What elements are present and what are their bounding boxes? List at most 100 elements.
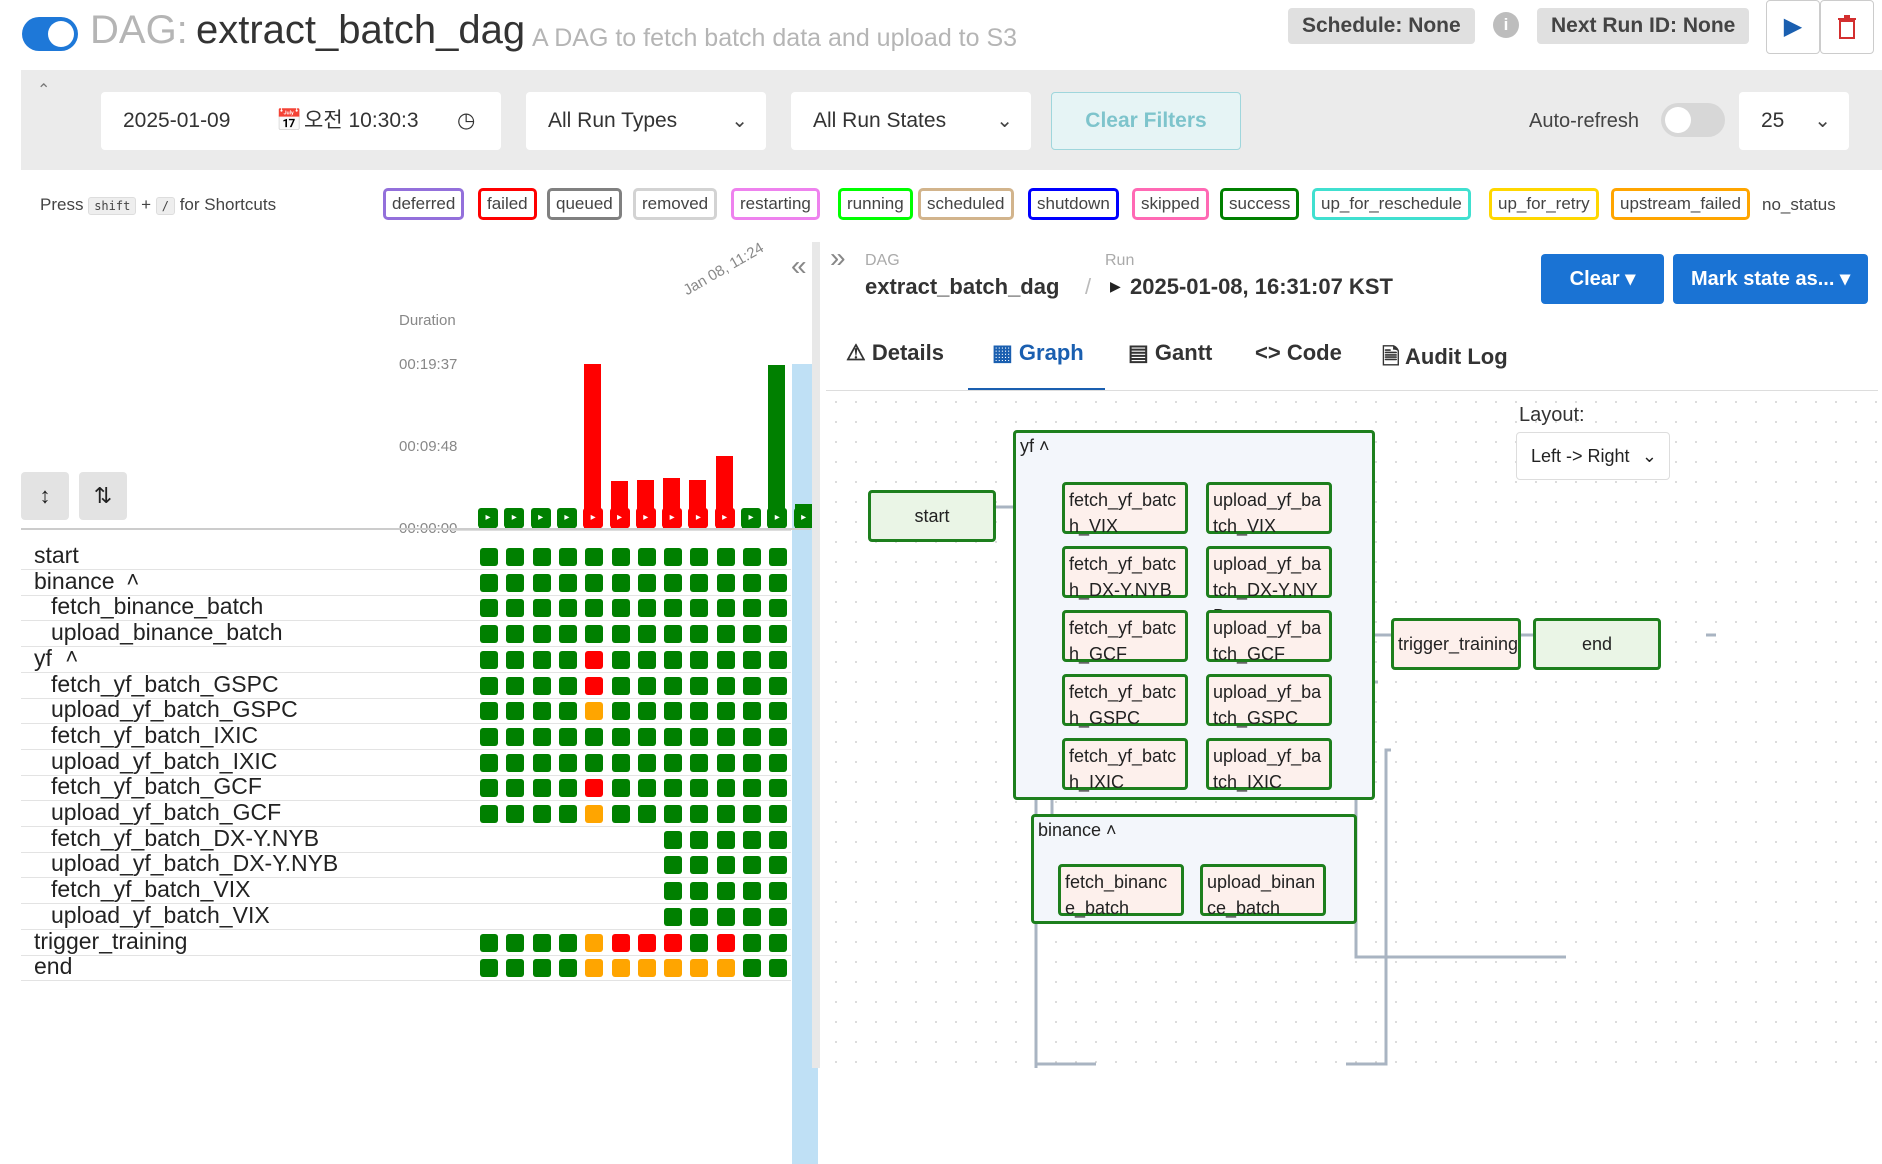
task-instance-cell[interactable] bbox=[506, 676, 525, 695]
task-instance-cell[interactable] bbox=[664, 856, 683, 875]
legend-up_for_reschedule[interactable]: up_for_reschedule bbox=[1312, 188, 1471, 220]
task-instance-cell[interactable] bbox=[637, 599, 656, 618]
task-instance-cell[interactable] bbox=[532, 753, 551, 772]
task-instance-cell[interactable] bbox=[690, 727, 709, 746]
page-size-select[interactable]: 25 ⌄ bbox=[1739, 92, 1849, 150]
task-instance-cell[interactable] bbox=[769, 650, 788, 669]
task-instance-cell[interactable] bbox=[690, 753, 709, 772]
task-instance-cell[interactable] bbox=[585, 933, 604, 952]
trigger-dag-button[interactable]: ▶ bbox=[1766, 0, 1820, 54]
task-instance-cell[interactable] bbox=[637, 625, 656, 644]
task-instance-cell[interactable] bbox=[480, 573, 498, 592]
task-instance-cell[interactable] bbox=[690, 676, 709, 695]
task-instance-cell[interactable] bbox=[506, 805, 525, 823]
task-instance-cell[interactable] bbox=[743, 727, 761, 746]
task-instance-cell[interactable] bbox=[769, 907, 788, 926]
task-instance-cell[interactable] bbox=[716, 959, 735, 978]
task-instance-cell[interactable] bbox=[743, 882, 761, 901]
task-instance-cell[interactable] bbox=[690, 933, 709, 952]
legend-success[interactable]: success bbox=[1220, 188, 1300, 220]
clear-filters-button[interactable]: Clear Filters bbox=[1051, 92, 1241, 150]
task-instance-cell[interactable] bbox=[558, 599, 577, 618]
node-start[interactable]: start bbox=[868, 490, 996, 542]
task-instance-cell[interactable] bbox=[716, 625, 735, 644]
task-instance-cell[interactable] bbox=[769, 573, 788, 592]
task-instance-cell[interactable] bbox=[690, 779, 709, 798]
task-instance-cell[interactable] bbox=[664, 625, 683, 644]
task-instance-cell[interactable] bbox=[506, 727, 525, 746]
task-instance-cell[interactable] bbox=[690, 805, 709, 823]
breadcrumb-run[interactable]: 2025-01-08, 16:31:07 KST bbox=[1130, 274, 1393, 300]
run-status-icon[interactable]: ▸ bbox=[741, 508, 761, 528]
task-instance-cell[interactable] bbox=[558, 753, 577, 772]
task-instance-cell[interactable] bbox=[506, 959, 525, 978]
node-fetch_yf_batch_DX-Y.NYB[interactable]: fetch_yf_batch_DX-Y.NYB bbox=[1062, 546, 1188, 600]
task-instance-cell[interactable] bbox=[558, 650, 577, 669]
task-instance-cell[interactable] bbox=[480, 727, 498, 746]
task-instance-cell[interactable] bbox=[769, 753, 788, 772]
node-upload_yf_batch_GSPC[interactable]: upload_yf_batch_GSPC bbox=[1206, 674, 1332, 728]
task-instance-cell[interactable] bbox=[506, 599, 525, 618]
task-row[interactable]: fetch_yf_batch_VIX bbox=[21, 876, 791, 905]
legend-removed[interactable]: removed bbox=[633, 188, 718, 220]
task-row[interactable]: yf ˄ bbox=[21, 644, 791, 673]
task-instance-cell[interactable] bbox=[532, 625, 551, 644]
task-instance-cell[interactable] bbox=[690, 959, 709, 978]
task-instance-cell[interactable] bbox=[769, 805, 788, 823]
task-instance-cell[interactable] bbox=[664, 676, 683, 695]
task-instance-cell[interactable] bbox=[506, 779, 525, 798]
collapse-details-icon[interactable]: « bbox=[791, 250, 807, 282]
task-instance-cell[interactable] bbox=[769, 933, 788, 952]
task-instance-cell[interactable] bbox=[611, 727, 630, 746]
legend-upstream_failed[interactable]: upstream_failed bbox=[1611, 188, 1750, 220]
node-end[interactable]: end bbox=[1533, 618, 1661, 670]
task-instance-cell[interactable] bbox=[611, 933, 630, 952]
task-instance-cell[interactable] bbox=[637, 548, 656, 566]
task-instance-cell[interactable] bbox=[769, 856, 788, 875]
task-instance-cell[interactable] bbox=[690, 573, 709, 592]
task-row[interactable]: fetch_yf_batch_GCF bbox=[21, 773, 791, 802]
task-instance-cell[interactable] bbox=[480, 650, 498, 669]
task-row[interactable]: fetch_yf_batch_IXIC bbox=[21, 722, 791, 750]
node-fetch_yf_batch_GCF[interactable]: fetch_yf_batch_GCF bbox=[1062, 610, 1188, 664]
task-instance-cell[interactable] bbox=[532, 650, 551, 669]
task-instance-cell[interactable] bbox=[532, 805, 551, 823]
run-status-icon[interactable]: ▸ bbox=[583, 508, 604, 528]
task-instance-cell[interactable] bbox=[769, 625, 788, 644]
task-instance-cell[interactable] bbox=[664, 830, 683, 849]
task-instance-cell[interactable] bbox=[743, 907, 761, 926]
task-instance-cell[interactable] bbox=[585, 650, 604, 669]
run-status-icon[interactable]: ▸ bbox=[714, 508, 735, 528]
task-instance-cell[interactable] bbox=[585, 805, 604, 823]
task-instance-cell[interactable] bbox=[480, 779, 498, 798]
task-instance-cell[interactable] bbox=[558, 779, 577, 798]
task-instance-cell[interactable] bbox=[743, 676, 761, 695]
task-instance-cell[interactable] bbox=[716, 573, 735, 592]
task-instance-cell[interactable] bbox=[690, 856, 709, 875]
task-instance-cell[interactable] bbox=[637, 573, 656, 592]
task-row[interactable]: upload_binance_batch bbox=[21, 619, 791, 648]
task-instance-cell[interactable] bbox=[769, 676, 788, 695]
task-instance-cell[interactable] bbox=[611, 702, 630, 721]
task-instance-cell[interactable] bbox=[585, 779, 604, 798]
task-instance-cell[interactable] bbox=[743, 650, 761, 669]
task-row[interactable]: fetch_yf_batch_DX-Y.NYB bbox=[21, 825, 791, 853]
legend-up_for_retry[interactable]: up_for_retry bbox=[1489, 188, 1599, 220]
task-instance-cell[interactable] bbox=[769, 702, 788, 721]
task-instance-cell[interactable] bbox=[743, 933, 761, 952]
task-row[interactable]: end bbox=[21, 953, 791, 982]
task-instance-cell[interactable] bbox=[664, 779, 683, 798]
legend-skipped[interactable]: skipped bbox=[1132, 188, 1209, 220]
task-instance-cell[interactable] bbox=[611, 959, 630, 978]
task-instance-cell[interactable] bbox=[743, 959, 761, 978]
task-instance-cell[interactable] bbox=[506, 625, 525, 644]
task-instance-cell[interactable] bbox=[637, 779, 656, 798]
task-instance-cell[interactable] bbox=[611, 676, 630, 695]
task-row[interactable]: upload_yf_batch_GSPC bbox=[21, 696, 791, 725]
task-instance-cell[interactable] bbox=[637, 753, 656, 772]
task-instance-cell[interactable] bbox=[506, 573, 525, 592]
task-instance-cell[interactable] bbox=[532, 573, 551, 592]
node-trigger-training[interactable]: trigger_training bbox=[1391, 618, 1521, 670]
task-instance-cell[interactable] bbox=[664, 573, 683, 592]
task-instance-cell[interactable] bbox=[480, 548, 498, 566]
